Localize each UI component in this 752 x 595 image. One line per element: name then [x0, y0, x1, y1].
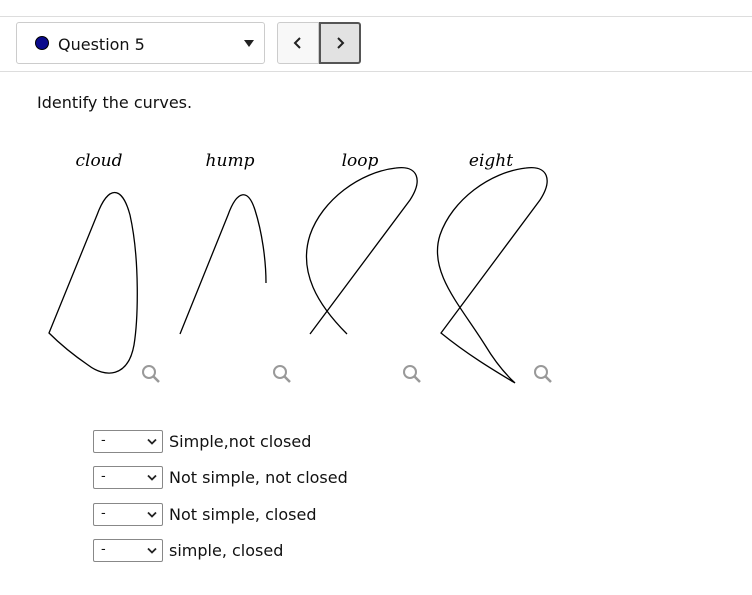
answer-label: Not simple, not closed — [169, 468, 348, 487]
figure-label-eight: eight — [469, 151, 513, 171]
zoom-icon[interactable] — [534, 365, 552, 383]
answer-select[interactable]: - — [93, 539, 163, 562]
chevron-down-icon — [147, 511, 157, 518]
zoom-icon[interactable] — [403, 365, 421, 383]
figure-label-loop: loop — [342, 151, 379, 171]
answer-select[interactable]: - — [93, 503, 163, 526]
chevron-down-icon — [147, 474, 157, 481]
zoom-icon[interactable] — [273, 365, 291, 383]
zoom-icon[interactable] — [142, 365, 160, 383]
curve-hump — [179, 194, 267, 335]
answer-label: Simple,not closed — [169, 432, 312, 451]
curve-eight — [436, 167, 548, 384]
answer-row: - Not simple, not closed — [93, 466, 348, 489]
answer-label: Not simple, closed — [169, 505, 317, 524]
answer-row: - simple, closed — [93, 539, 283, 562]
answer-select[interactable]: - — [93, 430, 163, 453]
figure-label-cloud: cloud — [75, 151, 122, 171]
answer-row: - Simple,not closed — [93, 430, 311, 453]
curve-cloud — [48, 192, 138, 374]
curve-loop — [305, 167, 418, 335]
answer-row: - Not simple, closed — [93, 503, 316, 526]
figure-label-hump: hump — [206, 151, 255, 171]
answer-select[interactable]: - — [93, 466, 163, 489]
chevron-down-icon — [147, 547, 157, 554]
chevron-down-icon — [147, 438, 157, 445]
curves-figure: cloud hump loop eight — [48, 151, 552, 384]
answer-label: simple, closed — [169, 541, 284, 560]
